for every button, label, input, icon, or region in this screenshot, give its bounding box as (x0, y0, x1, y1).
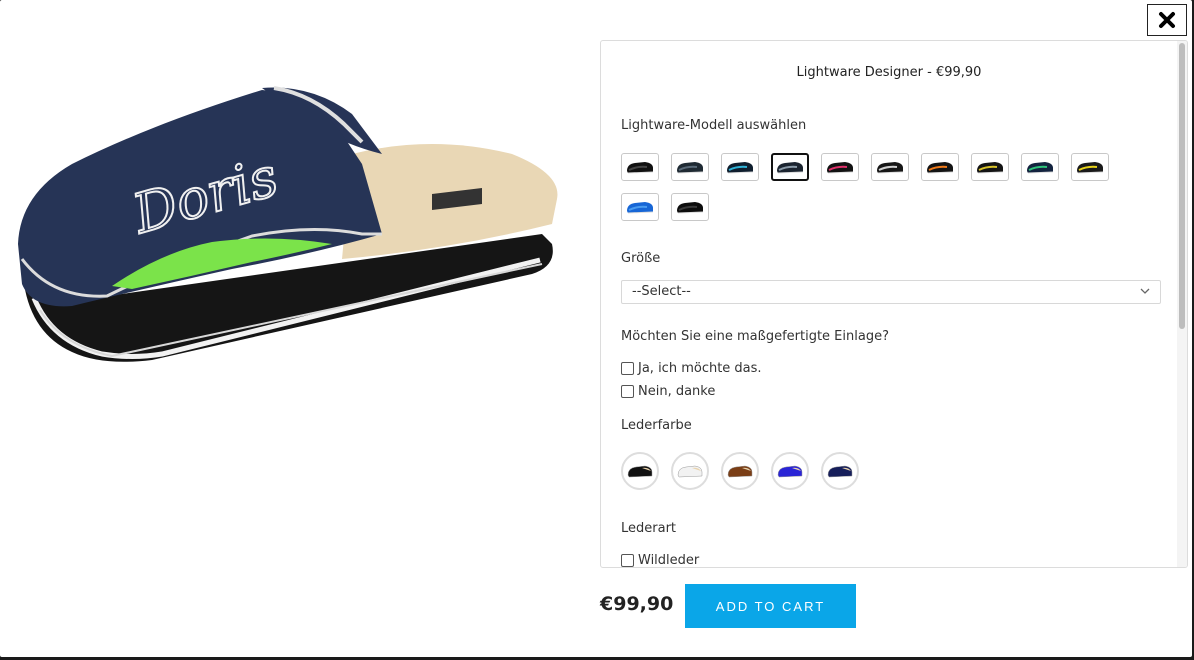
leather-type-option-wildleder[interactable]: Wildleder (621, 553, 700, 568)
model-swatch-black[interactable] (621, 153, 659, 181)
leather-color-navy[interactable] (821, 452, 859, 490)
slipper-thumbnail-icon (627, 162, 654, 174)
leather-color-brown[interactable] (721, 452, 759, 490)
panel-scrollbar[interactable] (1177, 41, 1187, 567)
slipper-thumbnail-icon (877, 162, 904, 174)
checkbox[interactable] (621, 554, 634, 567)
checkbox[interactable] (621, 362, 634, 375)
model-label: Lightware-Modell auswählen (621, 118, 807, 133)
product-options-panel[interactable]: Lightware Designer - €99,90 Lightware-Mo… (600, 40, 1188, 568)
add-to-cart-button[interactable]: ADD TO CART (685, 584, 856, 628)
insole-option-no[interactable]: Nein, danke (621, 384, 715, 399)
slipper-thumbnail-icon (627, 202, 654, 214)
model-swatch-dark-grey[interactable] (671, 153, 709, 181)
close-x-icon (1159, 12, 1175, 28)
leather-color-royal-blue[interactable] (771, 452, 809, 490)
product-quickview-modal: Doris Lightware Designer - €99,90 Lightw… (0, 0, 1192, 657)
model-swatch-yellow-dots[interactable] (971, 153, 1009, 181)
slipper-thumbnail-icon (677, 162, 704, 174)
slipper-thumbnail-icon (627, 465, 653, 478)
leather-color-white[interactable] (671, 452, 709, 490)
slipper-thumbnail-icon (777, 162, 804, 174)
insole-option-yes-label: Ja, ich möchte das. (638, 361, 762, 376)
slipper-thumbnail-icon (727, 465, 753, 478)
leather-color-black[interactable] (621, 452, 659, 490)
slipper-thumbnail-icon (1077, 162, 1104, 174)
model-swatch-pink-stripe[interactable] (821, 153, 859, 181)
model-swatch-blue[interactable] (621, 193, 659, 221)
slipper-thumbnail-icon (1027, 162, 1054, 174)
leather-type-label: Lederart (621, 521, 677, 536)
slipper-thumbnail-icon (677, 465, 703, 478)
slipper-thumbnail-icon (827, 465, 853, 478)
leather-color-label: Lederfarbe (621, 418, 692, 433)
model-swatch-grey-stripe[interactable] (771, 153, 809, 181)
product-title: Lightware Designer - €99,90 (796, 65, 982, 80)
size-select[interactable]: --Select-- (621, 280, 1161, 304)
model-swatch-navy-green[interactable] (1021, 153, 1059, 181)
slipper-thumbnail-icon (827, 162, 854, 174)
slipper-thumbnail-icon (677, 202, 704, 214)
leather-type-option-label: Wildleder (638, 553, 700, 568)
size-select-value: --Select-- (632, 284, 691, 299)
slipper-thumbnail-icon (977, 162, 1004, 174)
chevron-down-icon (1140, 288, 1150, 294)
insole-option-no-label: Nein, danke (638, 384, 716, 399)
model-swatch-black-yellow[interactable] (1071, 153, 1109, 181)
model-swatch-orange-stripe[interactable] (921, 153, 959, 181)
close-button[interactable] (1147, 4, 1187, 36)
scrollbar-thumb[interactable] (1179, 43, 1185, 329)
slipper-thumbnail-icon (727, 162, 754, 174)
slipper-thumbnail-icon (777, 465, 803, 478)
slipper-thumbnail-icon (927, 162, 954, 174)
size-label: Größe (621, 251, 661, 266)
model-swatch-blue-stripe[interactable] (721, 153, 759, 181)
product-image: Doris (18, 86, 558, 362)
checkbox[interactable] (621, 385, 634, 398)
model-swatch-black-plain[interactable] (671, 193, 709, 221)
footer-price: €99,90 (600, 593, 674, 615)
insole-question: Möchten Sie eine maßgefertigte Einlage? (621, 329, 889, 344)
model-swatch-white-stripe[interactable] (871, 153, 909, 181)
insole-option-yes[interactable]: Ja, ich möchte das. (621, 361, 762, 376)
